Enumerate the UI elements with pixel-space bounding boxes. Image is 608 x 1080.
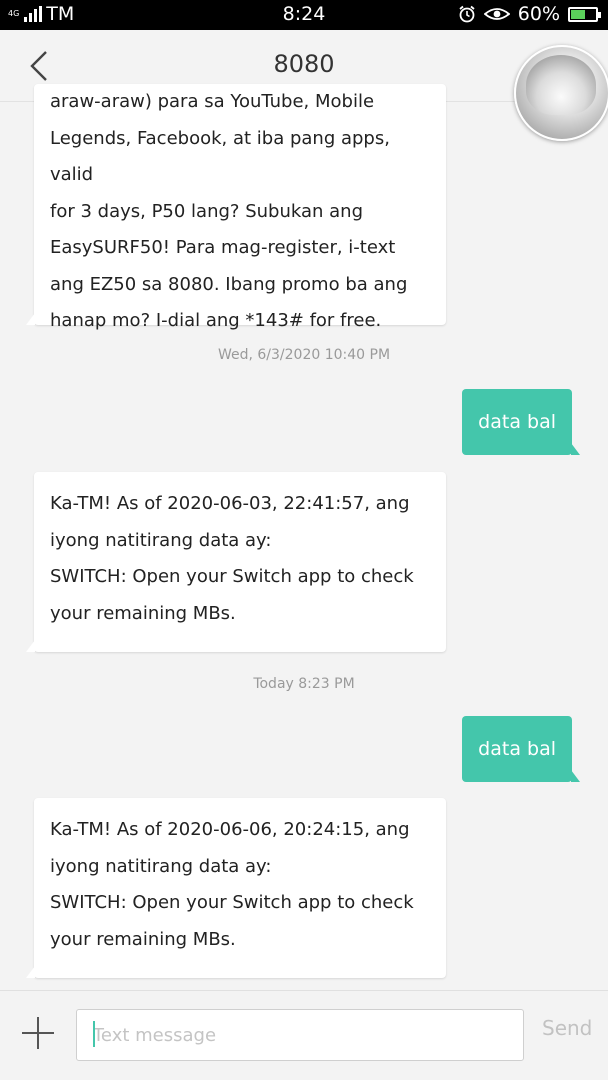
status-bar: 4G TM 8:24 60% [0, 0, 608, 30]
battery-fill [571, 9, 586, 19]
text-cursor [93, 1021, 95, 1047]
status-right: 60% [458, 3, 601, 25]
incoming-message[interactable]: Ka-TM! As of 2020-06-06, 20:24:15, ang i… [26, 798, 446, 978]
message-timestamp: Wed, 6/3/2020 10:40 PM [217, 347, 391, 363]
incoming-message[interactable]: Ka-TM! As of 2020-06-03, 22:41:57, ang i… [26, 472, 446, 652]
contact-avatar[interactable] [514, 45, 608, 141]
send-button[interactable]: Send [542, 1016, 592, 1040]
alarm-icon [459, 5, 475, 23]
add-attachment-icon[interactable] [22, 1017, 54, 1049]
message-input[interactable] [76, 1009, 524, 1061]
battery-icon [568, 6, 601, 22]
battery-percent: 60% [517, 3, 560, 25]
message-timestamp: Today 8:23 PM [253, 676, 355, 692]
message-composer [0, 990, 608, 1080]
outgoing-message[interactable]: data bal [462, 389, 580, 455]
outgoing-message[interactable]: data bal [462, 716, 580, 782]
avatar-image [526, 55, 596, 115]
eye-comfort-icon [483, 8, 510, 20]
incoming-message[interactable]: araw-araw) para sa YouTube, Mobile Legen… [26, 84, 446, 331]
